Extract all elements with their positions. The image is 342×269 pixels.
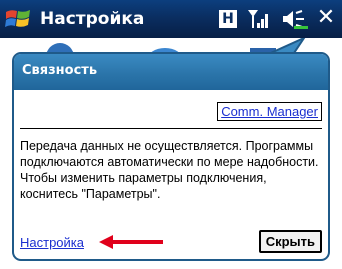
windows-flag-icon[interactable] [4,6,32,32]
hide-button[interactable]: Скрыть [258,230,322,253]
app-title: Настройка [40,9,145,29]
close-icon[interactable]: ✕ [314,5,338,31]
signal-strength-icon[interactable] [246,8,272,30]
balloon-header: Связность [14,54,328,90]
volume-icon[interactable] [280,9,308,29]
comm-manager-link[interactable]: Comm. Manager [217,102,322,121]
settings-link[interactable]: Настройка [20,235,84,250]
balloon-title: Связность [22,63,98,78]
divider [20,128,322,129]
notification-balloon: Связность Comm. Manager Передача данных … [12,52,330,261]
notification-message: Передача данных не осуществляется. Прогр… [20,139,319,201]
red-arrow-annotation [99,235,163,249]
title-bar: Настройка H ✕ [0,0,342,38]
data-connection-h-icon[interactable]: H [219,10,237,28]
